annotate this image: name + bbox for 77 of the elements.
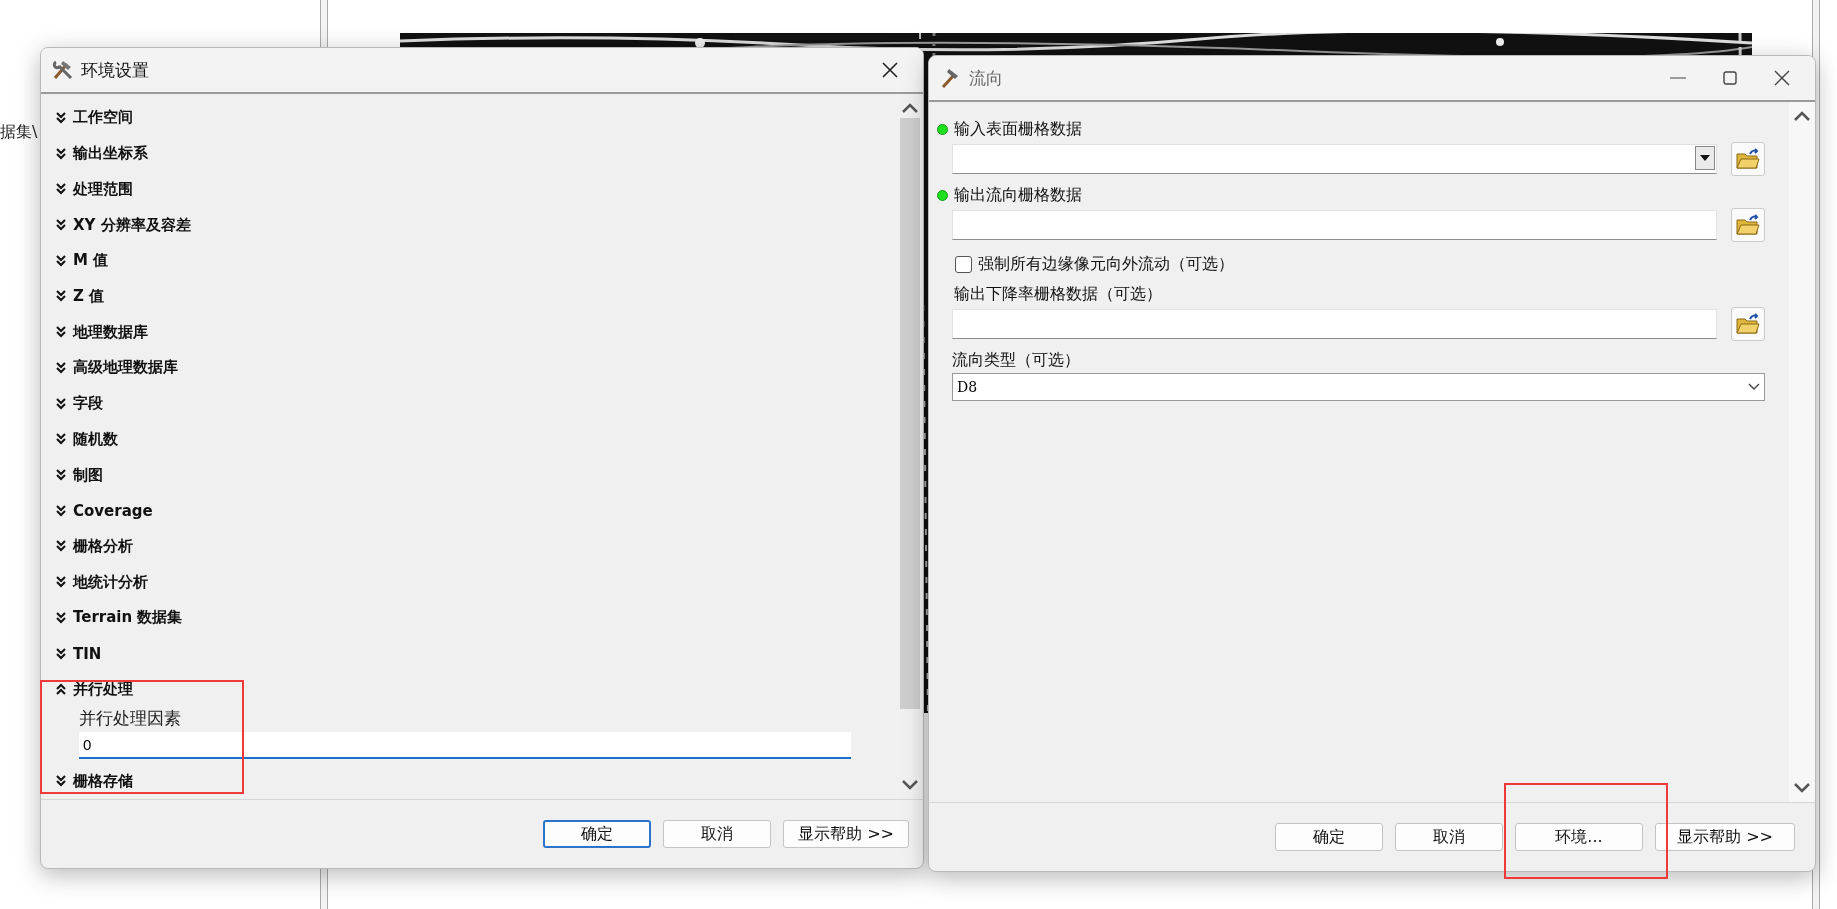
expand-icon: [55, 290, 67, 303]
folder-icon: [1736, 313, 1760, 335]
parameter-label: 输出流向栅格数据: [954, 184, 1082, 206]
expand-icon: [55, 504, 67, 517]
section-header[interactable]: 地统计分析: [49, 564, 887, 601]
section-header[interactable]: XY 分辨率及容差: [49, 207, 887, 243]
parameter-label: 输入表面栅格数据: [954, 118, 1082, 140]
section-header[interactable]: 制图: [49, 457, 887, 493]
expand-icon: [55, 775, 67, 788]
expand-icon: [55, 611, 67, 624]
maximize-icon: [1723, 71, 1737, 85]
expand-icon: [55, 326, 67, 339]
parameter-label: 输出下降率栅格数据（可选）: [954, 283, 1162, 305]
expand-icon: [55, 647, 67, 660]
expand-icon: [55, 219, 67, 231]
input-field[interactable]: [952, 309, 1717, 339]
window-title: 环境设置: [81, 58, 150, 82]
path-text: 据集\: [0, 122, 38, 143]
section-header[interactable]: 栅格分析: [49, 528, 887, 565]
scroll-up-icon[interactable]: [901, 102, 919, 114]
dialog-button[interactable]: 取消: [663, 820, 772, 848]
expand-icon: [55, 254, 67, 267]
expand-icon: [55, 361, 67, 374]
expand-icon: [55, 433, 67, 446]
dialog-button[interactable]: 显示帮助 >>: [783, 820, 909, 848]
browse-button[interactable]: [1731, 142, 1765, 176]
section-header[interactable]: 并行处理: [49, 671, 887, 708]
section-header[interactable]: 地理数据库: [49, 314, 887, 351]
dialog-button[interactable]: 取消: [1395, 823, 1503, 851]
checkbox-option[interactable]: 强制所有边缘像元向外流动（可选）: [937, 248, 1765, 281]
window-title: 流向: [969, 66, 1004, 90]
browse-button[interactable]: [1731, 307, 1765, 341]
section-header[interactable]: Coverage: [49, 492, 887, 529]
dialog-button[interactable]: 环境...: [1515, 823, 1643, 851]
dialog-button[interactable]: 确定: [543, 820, 652, 848]
expand-icon: [55, 111, 67, 124]
checkbox[interactable]: [955, 256, 972, 273]
section-header[interactable]: 字段: [49, 385, 887, 422]
caret-icon: [1700, 155, 1710, 161]
section-header[interactable]: Z 值: [49, 278, 887, 315]
expand-icon: [55, 469, 67, 482]
folder-icon: [1736, 148, 1760, 170]
parameter-label: 流向类型（可选）: [952, 349, 1080, 371]
section-header[interactable]: M 值: [49, 242, 887, 279]
section-header[interactable]: TIN: [49, 635, 887, 672]
section-header[interactable]: 栅格存储: [49, 763, 887, 799]
scrollbar-thumb[interactable]: [900, 118, 920, 710]
expand-icon: [55, 397, 67, 410]
expand-icon: [55, 540, 67, 553]
tools-icon: [51, 58, 75, 82]
section-header[interactable]: Terrain 数据集: [49, 600, 887, 636]
expand-icon: [55, 576, 67, 589]
collapse-icon: [55, 683, 67, 696]
dialog-button[interactable]: 显示帮助 >>: [1655, 823, 1795, 851]
section-header[interactable]: 工作空间: [49, 100, 887, 136]
input-field[interactable]: 0: [79, 732, 851, 760]
section-header[interactable]: 处理范围: [49, 171, 887, 208]
section-header[interactable]: 高级地理数据库: [49, 350, 887, 386]
dropdown-button[interactable]: [1695, 146, 1715, 170]
field-label: 并行处理因素: [79, 707, 182, 731]
input-field[interactable]: [952, 210, 1717, 240]
minimize-icon: [1670, 77, 1686, 79]
expand-icon: [55, 147, 67, 160]
scroll-down-icon[interactable]: [1793, 782, 1811, 794]
scroll-down-icon[interactable]: [901, 779, 919, 791]
chevron-down-icon: [1748, 383, 1760, 391]
expand-icon: [55, 183, 67, 196]
folder-icon: [1736, 214, 1760, 236]
select-field[interactable]: D8: [952, 373, 1765, 401]
close-icon: [882, 62, 898, 78]
section-header[interactable]: 输出坐标系: [49, 135, 887, 172]
scroll-up-icon[interactable]: [1793, 110, 1811, 122]
dialog-button[interactable]: 确定: [1275, 823, 1383, 851]
browse-button[interactable]: [1731, 208, 1765, 242]
close-icon: [1774, 70, 1790, 86]
section-header[interactable]: 随机数: [49, 421, 887, 458]
combo-field[interactable]: [952, 144, 1717, 174]
